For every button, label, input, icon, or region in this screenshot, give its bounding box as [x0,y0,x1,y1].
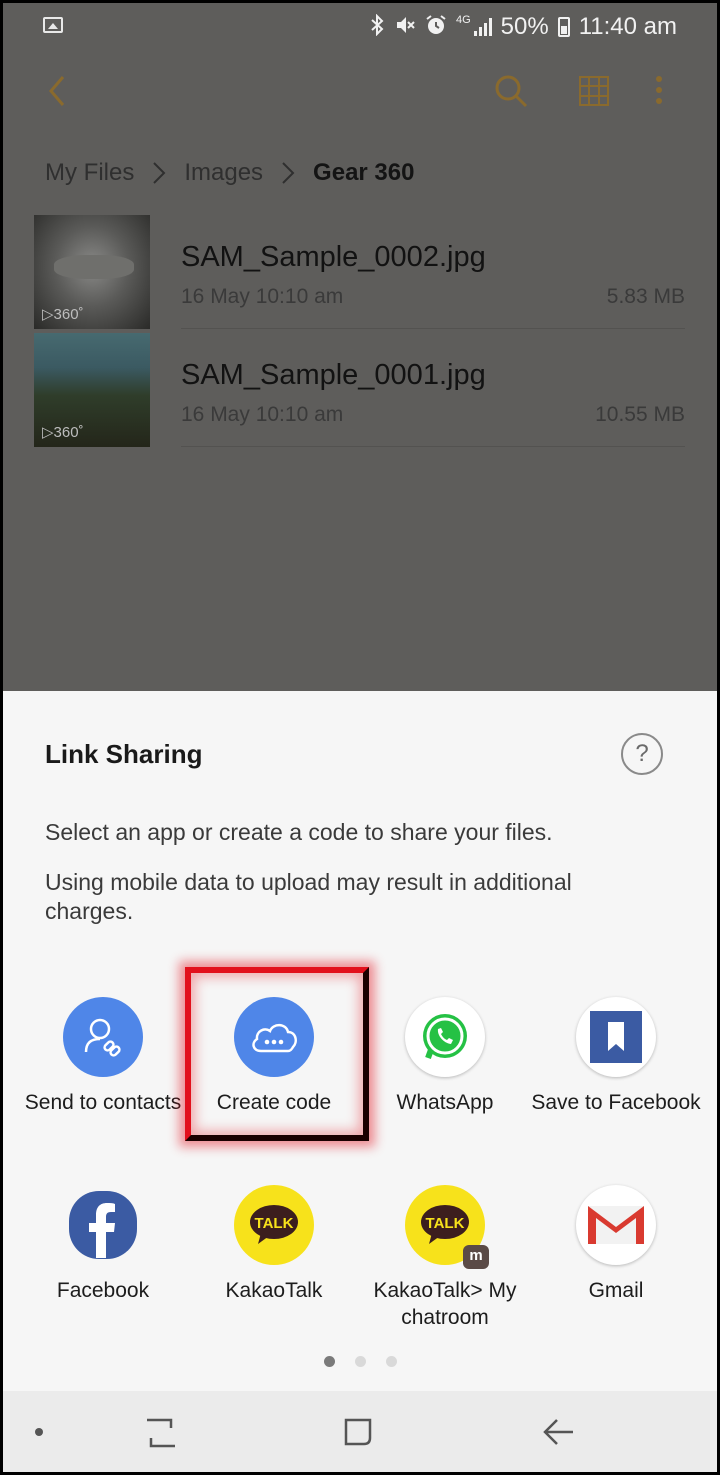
share-send-to-contacts[interactable]: Send to contacts [18,997,188,1116]
back-icon[interactable] [541,1416,575,1448]
kakaotalk-chatroom-icon: TALK m [405,1185,489,1269]
file-date: 16 May 10:10 am [181,285,344,308]
file-list: ▷360˚ SAM_Sample_0002.jpg 16 May 10:10 a… [3,213,717,693]
dot-icon[interactable] [34,1427,44,1437]
share-facebook[interactable]: Facebook [18,1185,188,1304]
recent-apps-icon[interactable] [143,1416,179,1450]
alarm-icon [425,14,447,40]
home-icon[interactable] [342,1416,374,1448]
file-name: SAM_Sample_0001.jpg [181,359,486,391]
signal-icon [473,18,492,36]
divider [181,446,685,447]
status-icons: 4G 50% 11:40 am [369,13,677,41]
back-arrow-icon[interactable] [43,73,71,109]
share-label: Gmail [588,1279,644,1302]
navigation-bar [3,1391,717,1472]
file-size: 5.83 MB [606,285,685,308]
divider [181,328,685,329]
contacts-link-icon [63,997,143,1077]
share-label: Send to contacts [24,1091,182,1114]
file-row[interactable]: ▷360˚ SAM_Sample_0001.jpg 16 May 10:10 a… [3,331,717,447]
share-label: WhatsApp [396,1091,494,1114]
my-chatroom-badge: m [463,1245,489,1269]
share-label: Facebook [56,1279,150,1302]
share-description: Select an app or create a code to share … [45,819,553,845]
breadcrumb-images[interactable]: Images [184,159,263,187]
file-360-badge: ▷360˚ [42,424,84,441]
sheet-title: Link Sharing [45,739,203,769]
page-indicator [3,1356,717,1367]
more-options-icon[interactable] [653,73,665,109]
link-sharing-sheet: Link Sharing ? Select an app or create a… [3,691,717,1391]
gallery-icon [43,17,63,33]
share-kakaotalk-chatroom[interactable]: TALK m KakaoTalk> My chatroom [360,1185,530,1331]
file-date: 16 May 10:10 am [181,403,344,426]
file-size: 10.55 MB [595,403,685,426]
clock: 11:40 am [578,13,677,40]
help-button[interactable]: ? [621,733,663,775]
file-thumbnail: ▷360˚ [34,215,150,329]
share-whatsapp[interactable]: WhatsApp [360,997,530,1116]
facebook-save-icon [576,997,656,1077]
breadcrumb-gear-360: Gear 360 [313,159,415,186]
breadcrumb: My Files Images Gear 360 [3,133,717,213]
kakaotalk-icon-text: TALK [255,1215,294,1232]
kakaotalk-icon: TALK [234,1185,314,1265]
facebook-icon [63,1185,143,1265]
battery-icon [557,17,570,37]
whatsapp-icon [405,997,485,1077]
mute-icon [394,14,416,40]
create-code-highlight [185,967,369,1141]
share-label: KakaoTalk [225,1279,323,1302]
share-gmail[interactable]: Gmail [531,1185,701,1304]
file-thumbnail: ▷360˚ [34,333,150,447]
page-dot[interactable] [354,1356,366,1367]
status-bar: 4G 50% 11:40 am [3,3,717,53]
breadcrumb-my-files[interactable]: My Files [45,159,134,187]
file-row[interactable]: ▷360˚ SAM_Sample_0002.jpg 16 May 10:10 a… [3,213,717,329]
app-bar [3,53,717,133]
screen: 4G 50% 11:40 am My Files Images Gear 360… [3,3,717,1472]
search-icon[interactable] [493,73,529,109]
share-save-to-facebook[interactable]: Save to Facebook [531,997,701,1116]
file-360-badge: ▷360˚ [42,306,84,323]
chevron-right-icon [153,162,166,184]
file-name: SAM_Sample_0002.jpg [181,241,486,273]
mobile-data-warning: Using mobile data to upload may result i… [45,869,572,924]
grid-view-icon[interactable] [578,75,610,107]
chevron-right-icon [282,162,295,184]
share-kakaotalk[interactable]: TALK KakaoTalk [189,1185,359,1304]
share-label: KakaoTalk> My chatroom [373,1279,517,1329]
share-label: Save to Facebook [531,1091,701,1114]
bluetooth-icon [369,13,385,40]
network-type-label: 4G [455,14,471,26]
page-dot[interactable] [385,1356,397,1367]
help-icon: ? [635,740,649,767]
page-dot[interactable] [323,1356,335,1367]
gmail-icon [576,1185,656,1265]
battery-percent: 50% [500,13,549,40]
kakaotalk-icon-text: TALK [426,1215,465,1232]
